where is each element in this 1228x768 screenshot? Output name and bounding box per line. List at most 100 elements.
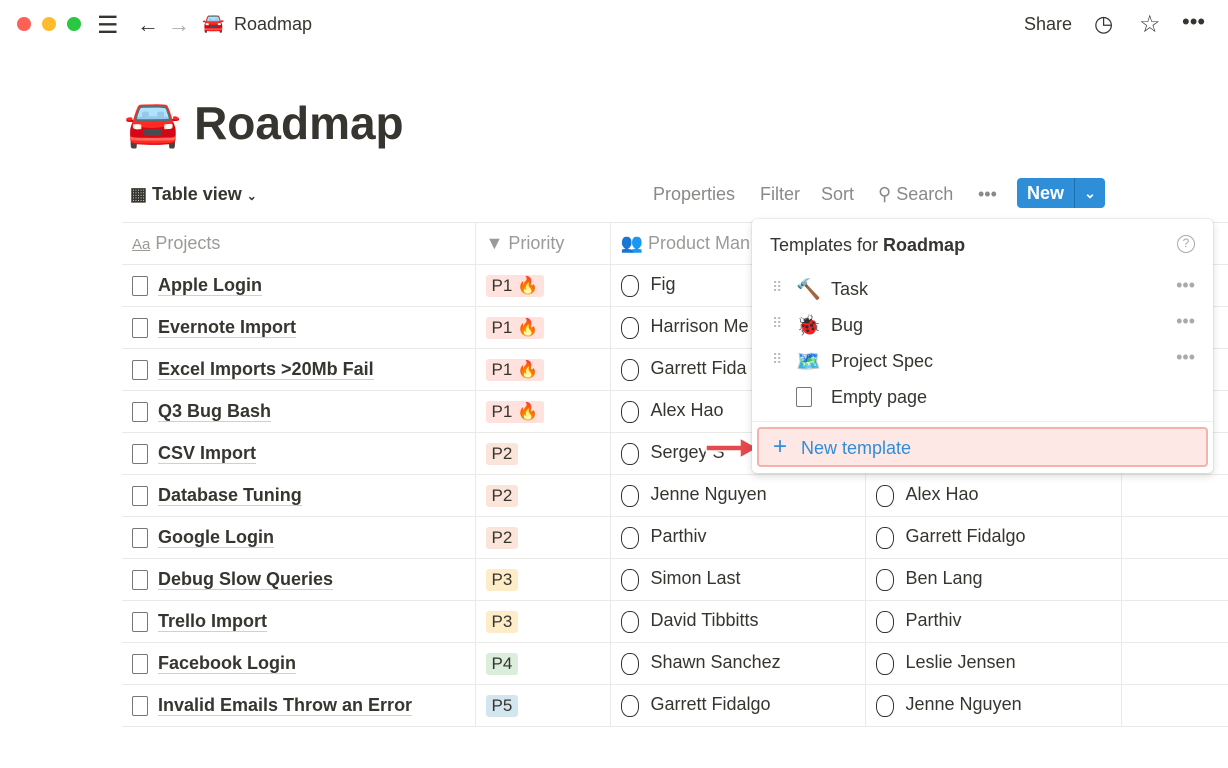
page-title[interactable]: 🚘 Roadmap <box>124 96 404 151</box>
project-cell[interactable]: Evernote Import <box>122 306 475 349</box>
close-window-button[interactable] <box>17 17 31 31</box>
product-manager-cell[interactable]: Shawn Sanchez <box>609 642 865 685</box>
project-cell[interactable]: Excel Imports >20Mb Fail <box>122 348 475 391</box>
project-name[interactable]: Facebook Login <box>158 652 297 674</box>
table-row[interactable]: Invalid Emails Throw an Error P5 Garrett… <box>122 684 1228 727</box>
person-cell[interactable]: Alex Hao <box>864 474 1121 517</box>
share-button[interactable]: Share <box>1024 14 1072 35</box>
heading-prefix: Templates for <box>770 235 884 255</box>
project-cell[interactable]: Google Login <box>122 516 475 559</box>
new-button[interactable]: New <box>1017 178 1075 208</box>
person-cell[interactable]: Jenne Nguyen <box>864 684 1121 727</box>
filter-button[interactable]: Filter <box>760 184 800 205</box>
template-more-icon[interactable]: ••• <box>1176 311 1195 332</box>
project-cell[interactable]: CSV Import <box>122 432 475 475</box>
table-row[interactable]: Facebook Login P4 Shawn Sanchez Leslie J… <box>122 642 1228 685</box>
project-name[interactable]: Q3 Bug Bash <box>158 400 272 422</box>
product-manager-cell[interactable]: Parthiv <box>609 516 865 559</box>
back-arrow-icon[interactable]: ← <box>137 12 159 38</box>
template-item[interactable]: ⠿ 🔨 Task ••• <box>752 271 1213 307</box>
project-name[interactable]: Google Login <box>158 526 274 548</box>
page-icon <box>132 654 148 675</box>
product-manager-cell[interactable]: David Tibbitts <box>609 600 865 643</box>
drag-handle-icon[interactable]: ⠿ <box>772 315 782 332</box>
project-cell[interactable]: Facebook Login <box>122 642 475 685</box>
priority-cell[interactable]: P1 🔥 <box>474 306 610 349</box>
project-name[interactable]: Evernote Import <box>158 316 297 338</box>
project-cell[interactable]: Debug Slow Queries <box>122 558 475 601</box>
product-manager-cell[interactable]: Jenne Nguyen <box>609 474 865 517</box>
priority-cell[interactable]: P4 <box>474 642 610 685</box>
forward-arrow-icon[interactable]: → <box>168 12 190 38</box>
more-icon[interactable]: ••• <box>1182 9 1205 35</box>
template-icon: 🐞 <box>796 315 821 337</box>
empty-cell[interactable] <box>1120 474 1228 517</box>
empty-cell[interactable] <box>1120 684 1228 727</box>
table-row[interactable]: Trello Import P3 David Tibbitts Parthiv <box>122 600 1228 643</box>
avatar <box>875 610 894 633</box>
template-more-icon[interactable]: ••• <box>1176 275 1195 296</box>
new-template-button[interactable]: + New template <box>757 427 1208 467</box>
template-item[interactable]: ⠿ 🗺️ Project Spec ••• <box>752 343 1213 379</box>
empty-cell[interactable] <box>1120 600 1228 643</box>
table-row[interactable]: Google Login P2 Parthiv Garrett Fidalgo <box>122 516 1228 559</box>
priority-cell[interactable]: P1 🔥 <box>474 390 610 433</box>
project-cell[interactable]: Apple Login <box>122 264 475 307</box>
search-button[interactable]: ⚲ Search <box>878 184 953 205</box>
drag-handle-icon[interactable]: ⠿ <box>772 351 782 368</box>
empty-cell[interactable] <box>1120 558 1228 601</box>
column-header-priority[interactable]: ▼ Priority <box>474 222 610 265</box>
new-dropdown-chevron-icon[interactable]: ⌄ <box>1075 178 1105 208</box>
project-cell[interactable]: Database Tuning <box>122 474 475 517</box>
project-cell[interactable]: Q3 Bug Bash <box>122 390 475 433</box>
project-name[interactable]: Apple Login <box>158 274 262 296</box>
priority-cell[interactable]: P5 <box>474 684 610 727</box>
project-cell[interactable]: Invalid Emails Throw an Error <box>122 684 475 727</box>
avatar <box>620 442 639 465</box>
sort-button[interactable]: Sort <box>821 184 854 205</box>
drag-handle-icon[interactable]: ⠿ <box>772 279 782 296</box>
minimize-window-button[interactable] <box>42 17 56 31</box>
menu-icon[interactable]: ☰ <box>97 11 119 40</box>
project-name[interactable]: Invalid Emails Throw an Error <box>158 694 413 716</box>
project-name[interactable]: Excel Imports >20Mb Fail <box>158 358 374 380</box>
table-row[interactable]: Database Tuning P2 Jenne Nguyen Alex Hao <box>122 474 1228 517</box>
empty-cell[interactable] <box>1120 642 1228 685</box>
view-selector[interactable]: ▦ Table view ⌄ <box>130 184 257 205</box>
clock-icon[interactable]: ◷ <box>1094 11 1113 37</box>
column-label: Priority <box>508 233 565 253</box>
priority-cell[interactable]: P2 <box>474 432 610 475</box>
project-name[interactable]: Trello Import <box>158 610 268 632</box>
project-cell[interactable]: Trello Import <box>122 600 475 643</box>
template-more-icon[interactable]: ••• <box>1176 347 1195 368</box>
table-row[interactable]: Debug Slow Queries P3 Simon Last Ben Lan… <box>122 558 1228 601</box>
more-options-icon[interactable]: ••• <box>978 184 997 205</box>
person-cell[interactable]: Parthiv <box>864 600 1121 643</box>
priority-cell[interactable]: P3 <box>474 600 610 643</box>
star-icon[interactable]: ☆ <box>1139 10 1161 39</box>
divider <box>752 421 1213 422</box>
column-header-projects[interactable]: Aa Projects <box>122 222 475 265</box>
maximize-window-button[interactable] <box>67 17 81 31</box>
priority-cell[interactable]: P1 🔥 <box>474 348 610 391</box>
template-item[interactable]: ⠿ 🐞 Bug ••• <box>752 307 1213 343</box>
template-item[interactable]: Empty page <box>752 379 1213 415</box>
product-manager-cell[interactable]: Simon Last <box>609 558 865 601</box>
product-manager-cell[interactable]: Garrett Fidalgo <box>609 684 865 727</box>
priority-cell[interactable]: P2 <box>474 516 610 559</box>
project-name[interactable]: Debug Slow Queries <box>158 568 334 590</box>
empty-cell[interactable] <box>1120 516 1228 559</box>
project-name[interactable]: CSV Import <box>158 442 257 464</box>
priority-cell[interactable]: P1 🔥 <box>474 264 610 307</box>
person-cell[interactable]: Garrett Fidalgo <box>864 516 1121 559</box>
priority-tag: P3 <box>485 610 519 633</box>
person-cell[interactable]: Ben Lang <box>864 558 1121 601</box>
properties-button[interactable]: Properties <box>653 184 735 205</box>
person-cell[interactable]: Leslie Jensen <box>864 642 1121 685</box>
priority-cell[interactable]: P2 <box>474 474 610 517</box>
help-icon[interactable]: ? <box>1177 235 1195 253</box>
breadcrumb[interactable]: Roadmap <box>234 14 312 35</box>
person-name: Alex Hao <box>650 400 724 421</box>
project-name[interactable]: Database Tuning <box>158 484 302 506</box>
priority-cell[interactable]: P3 <box>474 558 610 601</box>
